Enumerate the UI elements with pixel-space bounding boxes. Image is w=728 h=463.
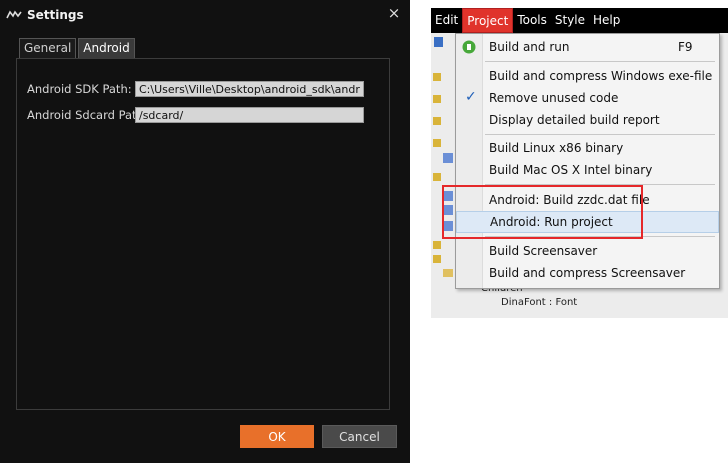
- menu-item-label: Build Mac OS X Intel binary: [489, 163, 653, 177]
- tree-fragments: [433, 37, 453, 277]
- menu-item-label: Build Screensaver: [489, 244, 598, 258]
- menu-item-label: Build and compress Windows exe-file: [489, 69, 713, 83]
- close-icon[interactable]: ×: [385, 4, 403, 22]
- check-icon: ✓: [465, 89, 477, 105]
- menu-item-label: Build and compress Screensaver: [489, 266, 686, 280]
- sdcard-path-label: Android Sdcard Path:: [27, 108, 148, 122]
- menu-edit[interactable]: Edit: [431, 8, 462, 33]
- settings-dialog: Settings × General Android Android SDK P…: [0, 0, 410, 463]
- sdcard-path-row: Android Sdcard Path:: [27, 106, 364, 124]
- tab-general[interactable]: General: [19, 38, 77, 58]
- menu-item-build-compress-exe[interactable]: Build and compress Windows exe-file: [456, 65, 719, 87]
- dialog-title: Settings: [27, 8, 84, 22]
- menubar: Edit Project Tools Style Help: [431, 8, 728, 33]
- play-icon: [462, 40, 476, 54]
- ok-button[interactable]: OK: [240, 425, 314, 448]
- project-menu-dropdown: Build and run F9 Build and compress Wind…: [455, 33, 720, 289]
- android-tab-panel: Android SDK Path: Android Sdcard Path:: [16, 58, 390, 410]
- menu-separator: [485, 134, 715, 135]
- menu-tools[interactable]: Tools: [513, 8, 551, 33]
- sdk-path-input[interactable]: [135, 81, 364, 97]
- menu-item-build-mac[interactable]: Build Mac OS X Intel binary: [456, 159, 719, 181]
- sdk-path-label: Android SDK Path:: [27, 82, 132, 96]
- menu-item-build-compress-screensaver[interactable]: Build and compress Screensaver: [456, 262, 719, 284]
- menu-item-build-and-run[interactable]: Build and run F9: [456, 36, 719, 58]
- menu-separator: [485, 61, 715, 62]
- menu-style[interactable]: Style: [551, 8, 589, 33]
- menu-help[interactable]: Help: [589, 8, 624, 33]
- menu-item-shortcut: F9: [678, 40, 693, 54]
- app-logo-icon: [6, 10, 22, 19]
- cancel-button[interactable]: Cancel: [322, 425, 397, 448]
- settings-tabs: General Android: [19, 38, 137, 58]
- menu-item-detailed-build-report[interactable]: Display detailed build report: [456, 109, 719, 131]
- menu-item-build-linux[interactable]: Build Linux x86 binary: [456, 137, 719, 159]
- menu-item-build-screensaver[interactable]: Build Screensaver: [456, 240, 719, 262]
- sdk-path-row: Android SDK Path:: [27, 80, 364, 98]
- annotation-highlight-box: [442, 185, 643, 239]
- menu-project[interactable]: Project: [462, 8, 514, 33]
- tree-item-dinafont[interactable]: DinaFont : Font: [501, 297, 577, 308]
- dialog-titlebar: Settings: [6, 6, 84, 24]
- menu-item-remove-unused-code[interactable]: ✓ Remove unused code: [456, 87, 719, 109]
- menu-item-label: Remove unused code: [489, 91, 619, 105]
- menu-item-label: Display detailed build report: [489, 113, 660, 127]
- tab-android[interactable]: Android: [78, 38, 135, 58]
- menu-item-label: Build Linux x86 binary: [489, 141, 624, 155]
- sdcard-path-input[interactable]: [135, 107, 364, 123]
- menu-item-label: Build and run: [489, 40, 570, 54]
